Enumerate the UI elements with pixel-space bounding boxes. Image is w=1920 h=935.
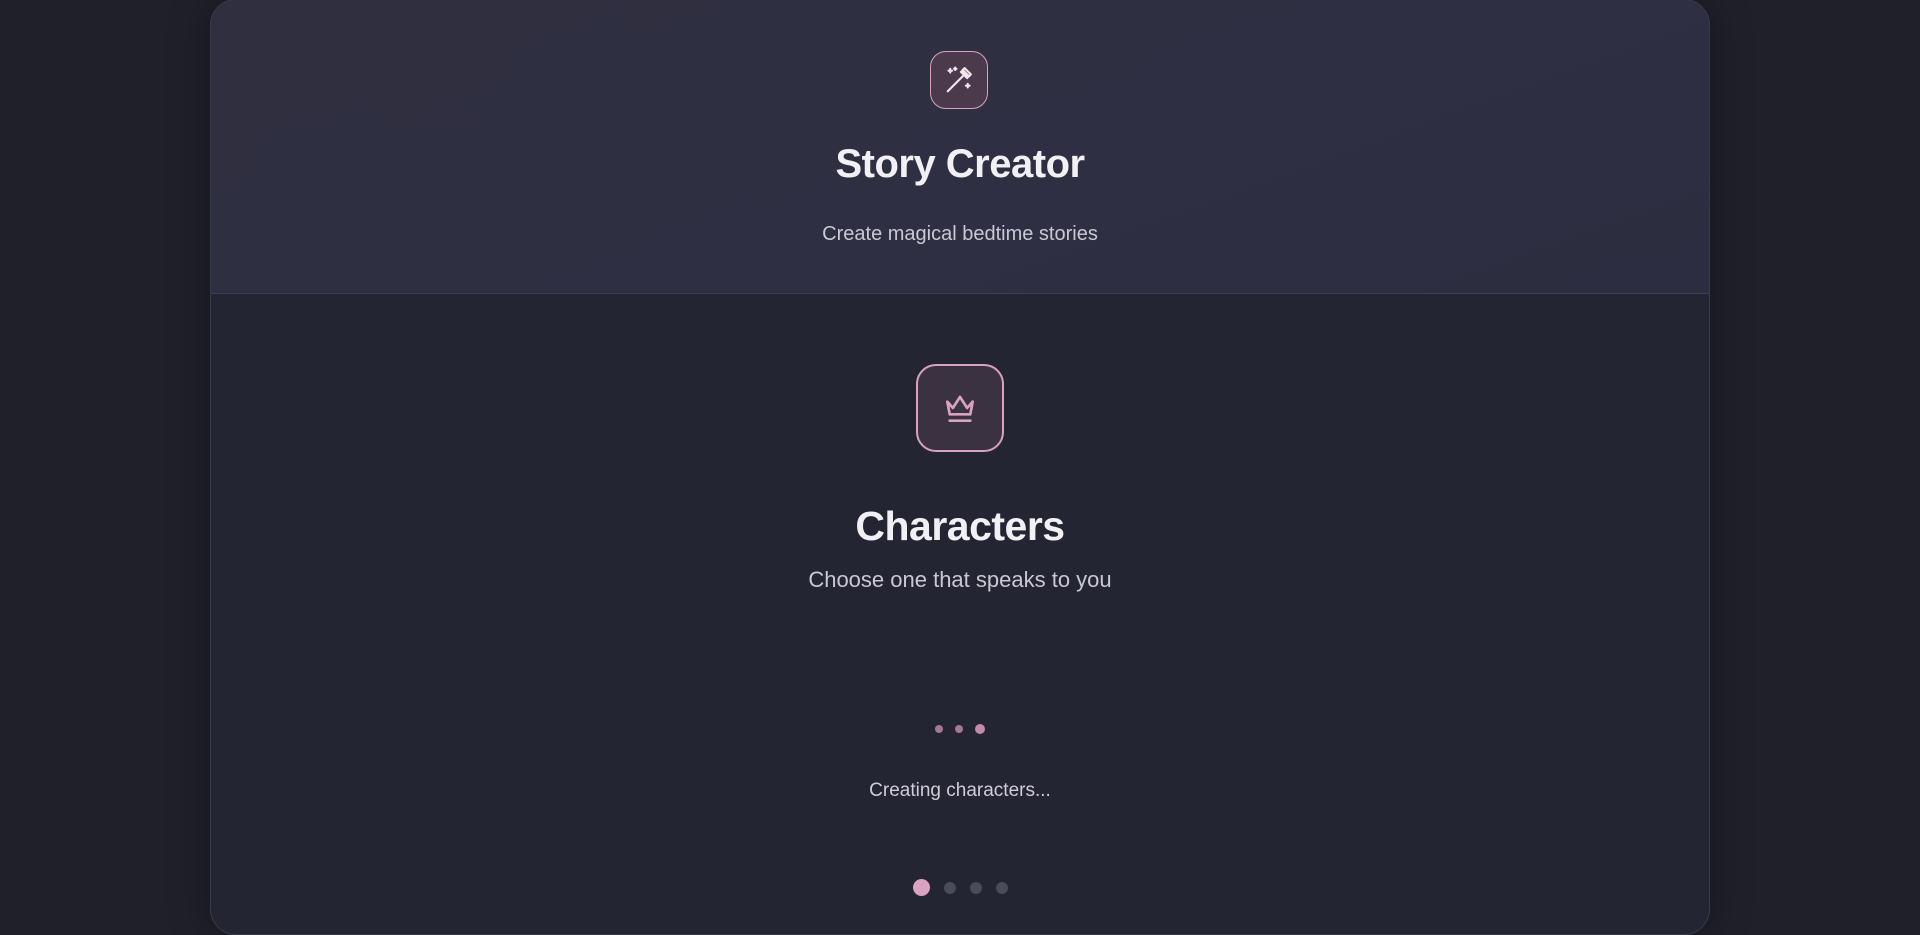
magic-wand-icon [930, 51, 988, 109]
pager-dot[interactable] [969, 881, 982, 894]
section-title: Characters [855, 503, 1065, 549]
story-creator-card: Story Creator Create magical bedtime sto… [210, 0, 1710, 935]
loading-dot [975, 724, 985, 734]
pager-dot[interactable] [912, 879, 930, 896]
app-title: Story Creator [835, 142, 1085, 186]
header: Story Creator Create magical bedtime sto… [211, 0, 1709, 294]
loading-indicator [211, 724, 1709, 734]
section-subtitle: Choose one that speaks to you [808, 567, 1112, 592]
app-subtitle: Create magical bedtime stories [822, 223, 1098, 245]
crown-icon [916, 364, 1004, 452]
loading-text: Creating characters... [869, 780, 1051, 801]
step-pager [211, 879, 1709, 896]
loading-dot [935, 725, 943, 733]
pager-dot[interactable] [995, 881, 1008, 894]
loading-dot [955, 725, 963, 733]
pager-dot[interactable] [943, 881, 956, 894]
